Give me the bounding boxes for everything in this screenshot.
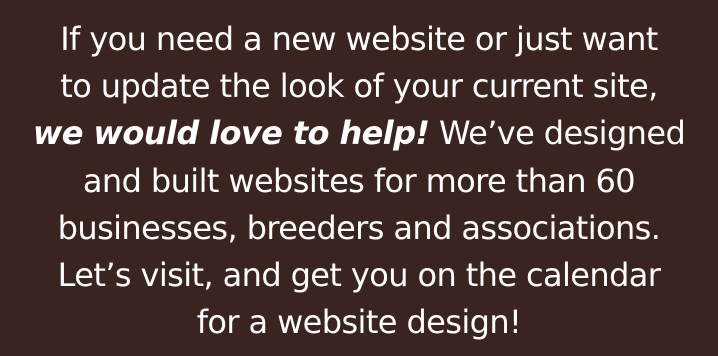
message-line-6: Let’s visit, and get you on the calendar — [57, 256, 661, 295]
message-line-7: for a website design! — [196, 303, 522, 342]
message-line-4: and built websites for more than 60 — [82, 161, 636, 200]
message-line-3-rest: We’ve designed — [429, 114, 686, 153]
message-line-1: If you need a new website or just want — [60, 20, 658, 58]
message-line-2: to update the look of your current site, — [60, 67, 658, 106]
message-line-5: businesses, breeders and associations. — [57, 208, 661, 247]
message-emphasis: we would love to help! — [32, 114, 430, 153]
message-line-3: we would love to help! We’ve designed — [10, 110, 708, 157]
website-design-message-panel: If you need a new website or just want t… — [0, 0, 718, 356]
